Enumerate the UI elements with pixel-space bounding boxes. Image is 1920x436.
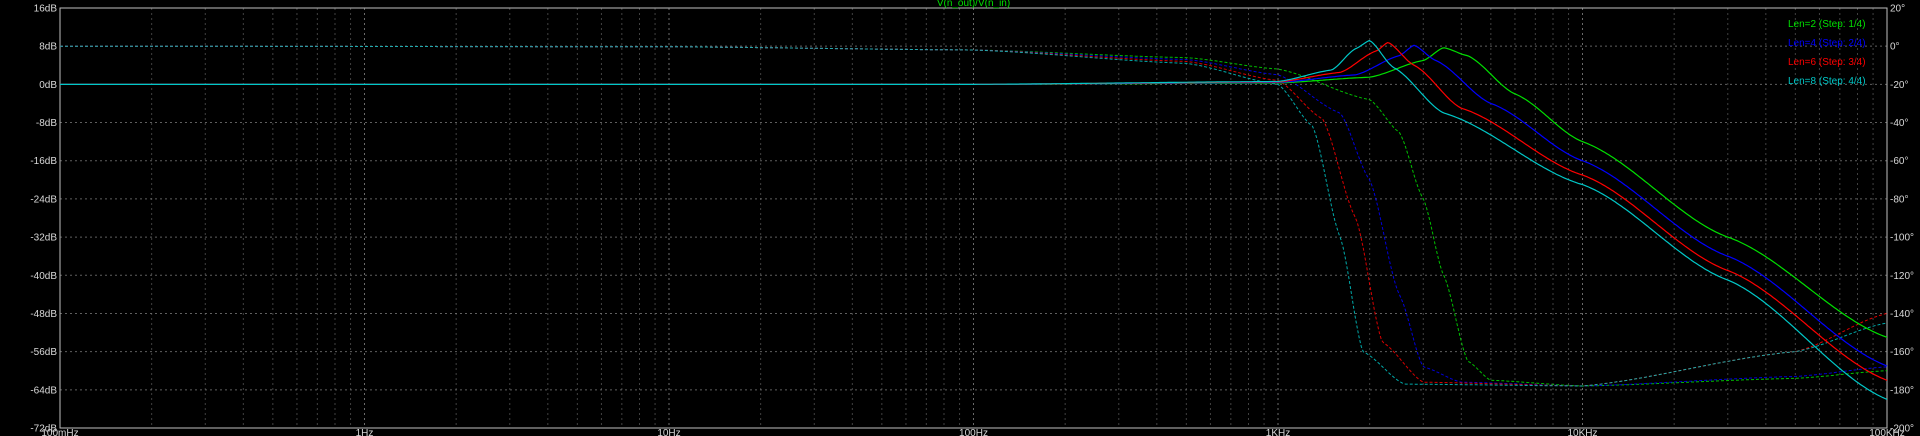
y-left-tick-label: -64dB <box>30 385 57 396</box>
y-left-tick-label: -48dB <box>30 309 57 320</box>
y-left-tick-label: 16dB <box>34 4 58 15</box>
y-right-tick-label: -100° <box>1890 233 1914 244</box>
y-right-tick-label: 20° <box>1890 4 1905 15</box>
x-tick-label: 10Hz <box>657 428 680 436</box>
legend-entry-4[interactable]: Len=8 (Step: 4/4) <box>1788 76 1866 87</box>
y-right-tick-label: -60° <box>1890 156 1908 167</box>
y-left-tick-label: -56dB <box>30 347 57 358</box>
y-left-tick-label: -32dB <box>30 233 57 244</box>
y-right-tick-label: 0° <box>1890 42 1900 53</box>
y-left-tick-label: -72dB <box>30 424 57 435</box>
legend-entry-2[interactable]: Len=4 (Step: 2/4) <box>1788 38 1866 49</box>
y-right-tick-label: -200° <box>1890 424 1914 435</box>
y-right-tick-label: -180° <box>1890 385 1914 396</box>
y-right-tick-label: -20° <box>1890 80 1908 91</box>
chart-title: V(n_out)/V(n_in) <box>937 0 1010 9</box>
x-tick-label: 1Hz <box>356 428 374 436</box>
y-left-tick-label: 8dB <box>39 42 57 53</box>
y-right-tick-label: -80° <box>1890 194 1908 205</box>
x-tick-label: 100Hz <box>959 428 988 436</box>
y-right-tick-label: -40° <box>1890 118 1908 129</box>
legend-entry-1[interactable]: Len=2 (Step: 1/4) <box>1788 19 1866 30</box>
y-left-tick-label: -40dB <box>30 271 57 282</box>
x-tick-label: 1KHz <box>1266 428 1290 436</box>
y-left-tick-label: -8dB <box>36 118 57 129</box>
bode-plot: 100mHz 1Hz 10Hz 100Hz 1KHz 10KHz 100KHz16dB8dB… <box>0 0 1920 436</box>
y-left-tick-label: -16dB <box>30 156 57 167</box>
y-right-tick-label: -140° <box>1890 309 1914 320</box>
x-tick-label: 10KHz <box>1567 428 1597 436</box>
y-right-tick-label: -160° <box>1890 347 1914 358</box>
legend-entry-3[interactable]: Len=6 (Step: 3/4) <box>1788 57 1866 68</box>
y-left-tick-label: 0dB <box>39 80 57 91</box>
y-left-tick-label: -24dB <box>30 194 57 205</box>
y-right-tick-label: -120° <box>1890 271 1914 282</box>
